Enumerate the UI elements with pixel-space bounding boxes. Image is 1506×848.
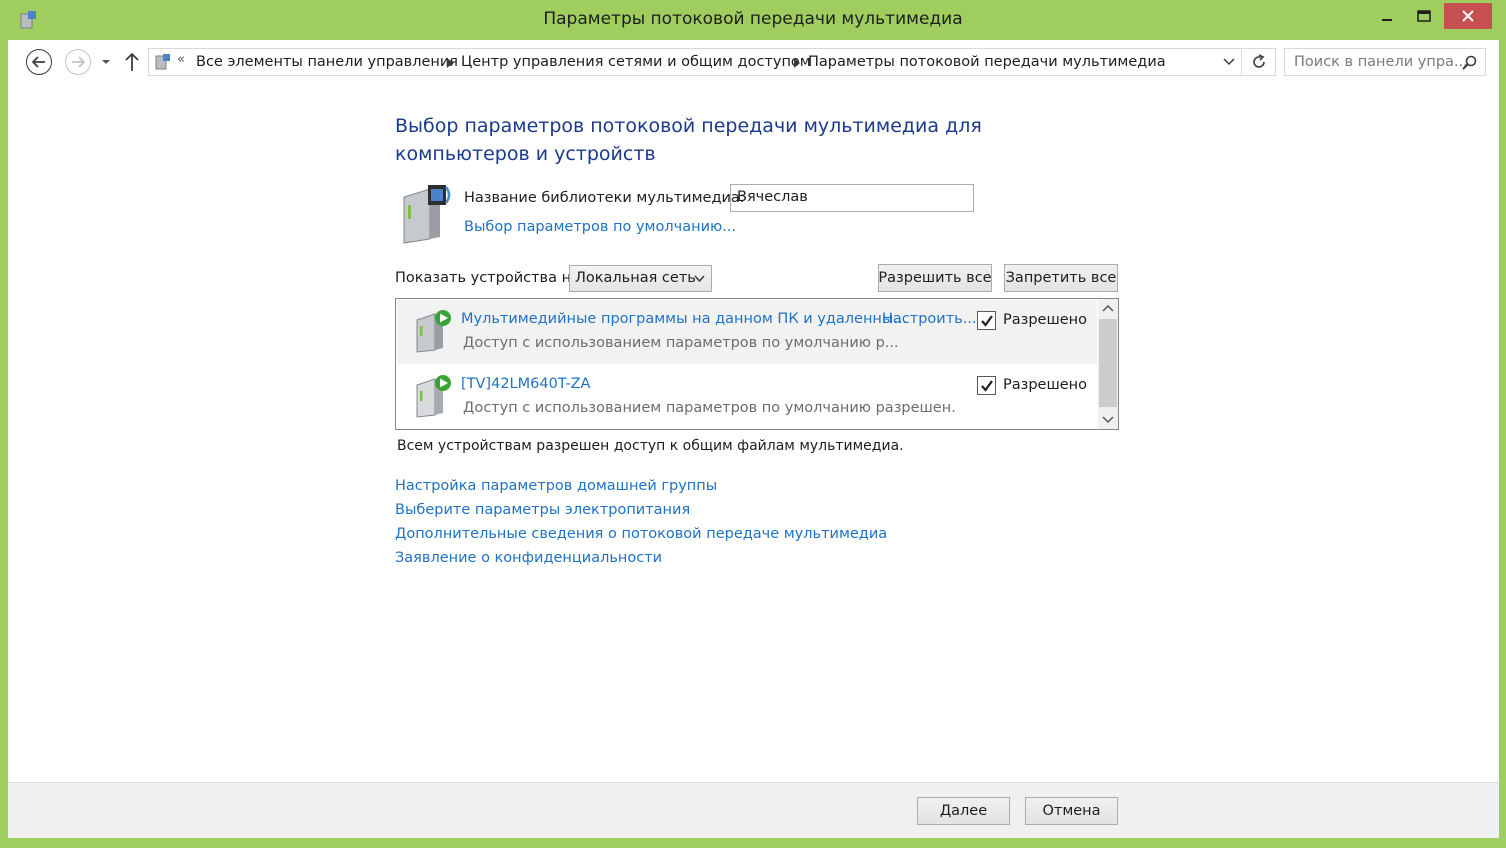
related-links: Настройка параметров домашней группы Выб…: [395, 474, 887, 570]
forward-button[interactable]: [65, 49, 91, 75]
breadcrumb-control-panel[interactable]: Все элементы панели управления: [196, 54, 458, 70]
cancel-button[interactable]: Отмена: [1025, 797, 1118, 825]
arrow-left-icon: [32, 56, 45, 68]
device-description: Доступ с использованием параметров по ум…: [463, 335, 899, 351]
list-item[interactable]: [TV]42LM640T-ZA Разрешено Доступ с испол…: [397, 365, 1097, 429]
show-devices-label: Показать устройства на:: [395, 270, 585, 286]
back-button[interactable]: [26, 49, 52, 75]
allow-checkbox[interactable]: [977, 311, 996, 330]
close-icon: [1462, 10, 1474, 22]
title-bar[interactable]: Параметры потоковой передачи мультимедиа: [0, 0, 1506, 40]
power-options-link[interactable]: Выберите параметры электропитания: [395, 498, 887, 522]
address-bar[interactable]: « Все элементы панели управления Центр у…: [148, 48, 1242, 76]
breadcrumb-network-center[interactable]: Центр управления сетями и общим доступом: [461, 54, 811, 70]
default-settings-link[interactable]: Выбор параметров по умолчанию...: [464, 219, 736, 235]
chevron-down-icon: [694, 275, 705, 283]
minimize-button[interactable]: [1373, 4, 1401, 28]
window-frame: Параметры потоковой передачи мультимедиа…: [0, 0, 1506, 848]
scrollbar-thumb[interactable]: [1099, 319, 1117, 407]
privacy-statement-link[interactable]: Заявление о конфиденциальности: [395, 546, 887, 570]
list-item[interactable]: Мультимедийные программы на данном ПК и …: [397, 300, 1097, 364]
breadcrumb-separator-icon[interactable]: [794, 58, 800, 68]
homegroup-settings-link[interactable]: Настройка параметров домашней группы: [395, 474, 887, 498]
network-select[interactable]: Локальная сеть: [569, 265, 712, 292]
dialog-footer: Далее Отмена: [8, 782, 1499, 838]
network-select-value: Локальная сеть: [575, 270, 696, 286]
library-name-input[interactable]: Вячеслав: [730, 184, 974, 212]
status-text: Всем устройствам разрешен доступ к общим…: [397, 438, 904, 454]
minimize-icon: [1382, 19, 1392, 21]
device-description: Доступ с использованием параметров по ум…: [463, 400, 956, 416]
refresh-button[interactable]: [1242, 48, 1276, 76]
search-placeholder[interactable]: Поиск в панели упра...: [1294, 54, 1468, 70]
deny-all-button[interactable]: Запретить все: [1004, 264, 1118, 292]
library-name-label: Название библиотеки мультимедиа:: [464, 190, 745, 206]
chevron-up-icon[interactable]: [1102, 303, 1114, 313]
maximize-icon: [1417, 10, 1431, 22]
arrow-right-icon: [72, 56, 85, 68]
control-panel-icon: [155, 54, 170, 70]
chevron-down-icon[interactable]: [1102, 415, 1114, 425]
allow-state-label[interactable]: Разрешено: [1003, 377, 1087, 393]
checkmark-icon: [980, 314, 993, 327]
media-device-icon: [416, 310, 451, 353]
checkmark-icon: [980, 379, 993, 392]
search-icon[interactable]: [1462, 55, 1477, 70]
device-list[interactable]: Мультимедийные программы на данном ПК и …: [395, 298, 1119, 430]
device-name-link[interactable]: Мультимедийные программы на данном ПК и …: [461, 311, 907, 327]
page-heading: Выбор параметров потоковой передачи муль…: [395, 115, 982, 165]
search-box[interactable]: Поиск в панели упра...: [1284, 48, 1486, 76]
device-name-link[interactable]: [TV]42LM640T-ZA: [461, 376, 590, 392]
recent-pages-dropdown-icon[interactable]: [100, 54, 112, 68]
media-library-icon: [403, 185, 451, 244]
vertical-scrollbar[interactable]: [1098, 299, 1118, 429]
allow-state-label[interactable]: Разрешено: [1003, 312, 1087, 328]
chevron-down-icon[interactable]: [1223, 57, 1235, 67]
maximize-button[interactable]: [1410, 4, 1438, 28]
window-client: « Все элементы панели управления Центр у…: [8, 40, 1499, 838]
close-button[interactable]: [1444, 3, 1492, 29]
window-title: Параметры потоковой передачи мультимедиа: [543, 9, 963, 29]
overflow-chevron[interactable]: «: [177, 52, 185, 67]
breadcrumb-separator-icon[interactable]: [447, 58, 453, 68]
streaming-info-link[interactable]: Дополнительные сведения о потоковой пере…: [395, 522, 887, 546]
refresh-icon: [1252, 54, 1265, 68]
allow-checkbox[interactable]: [977, 376, 996, 395]
media-device-icon: [416, 375, 451, 418]
next-button[interactable]: Далее: [917, 797, 1010, 825]
breadcrumb-media-streaming[interactable]: Параметры потоковой передачи мультимедиа: [808, 54, 1166, 70]
allow-all-button[interactable]: Разрешить все: [878, 264, 992, 292]
configure-link[interactable]: Настроить...: [882, 311, 977, 327]
up-arrow-icon[interactable]: [123, 51, 141, 73]
